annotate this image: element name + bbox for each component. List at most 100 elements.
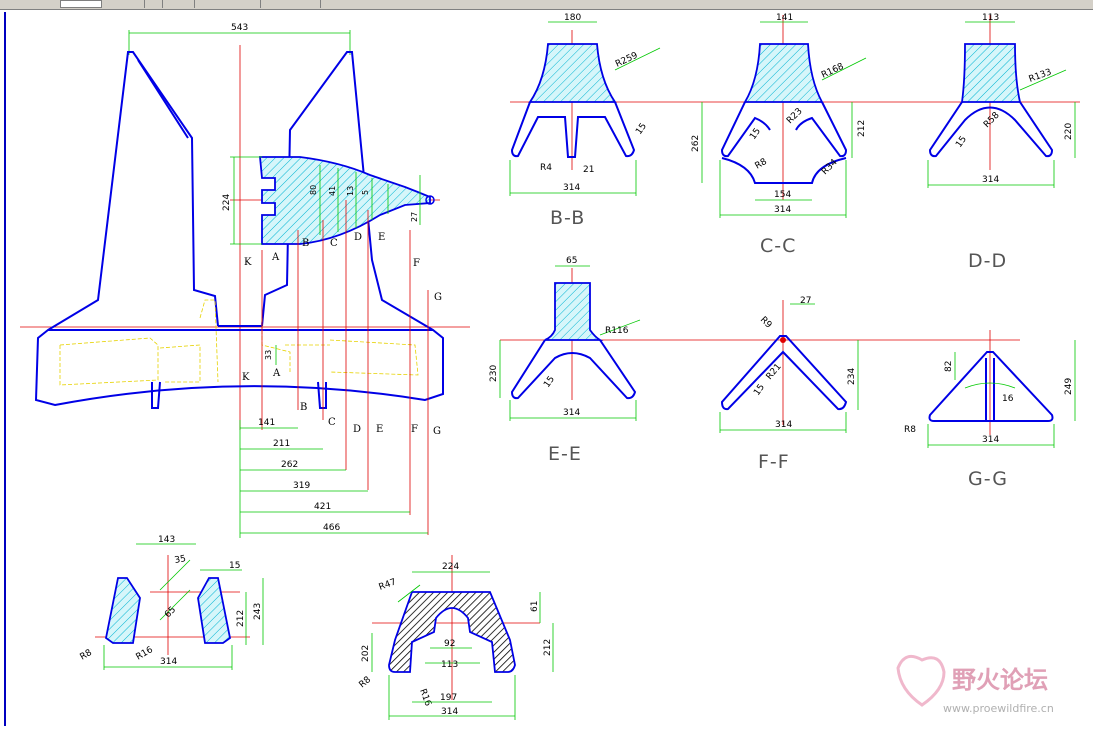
section-label-f-f: F-F xyxy=(758,451,790,473)
ee-height: 230 xyxy=(489,365,499,382)
cc-thickness: 15 xyxy=(748,127,763,142)
bot2-height-202: 202 xyxy=(361,645,371,662)
ff-thickness: 15 xyxy=(752,383,767,398)
dim-466: 466 xyxy=(323,523,340,533)
dim-141: 141 xyxy=(258,418,275,428)
dim-top-width: 543 xyxy=(231,23,248,33)
bb-width: 314 xyxy=(563,183,580,193)
gg-width: 314 xyxy=(982,435,999,445)
label-e-top: E xyxy=(378,232,385,243)
kk-width: 314 xyxy=(160,657,177,667)
dim-5: 5 xyxy=(361,190,370,195)
label-b-top: B xyxy=(302,238,309,249)
bb-thickness: 15 xyxy=(634,122,649,137)
ee-dim-top: 65 xyxy=(566,256,577,266)
section-label-g-g: G-G xyxy=(968,468,1008,490)
bot2-dim-top: 224 xyxy=(442,562,459,572)
ff-r21: R21 xyxy=(765,362,784,382)
bot2-w113: 113 xyxy=(441,660,458,670)
cc-height: 262 xyxy=(691,135,701,152)
label-g-top: G xyxy=(434,292,442,303)
kk-r16: R16 xyxy=(135,645,156,663)
cc-bottom: 154 xyxy=(774,190,791,200)
label-d-top: D xyxy=(354,232,362,243)
section-c-c: 141 R168 262 212 15 R23 R8 R34 154 314 C… xyxy=(691,13,867,257)
cc-height-2: 212 xyxy=(857,120,867,137)
dim-41: 41 xyxy=(328,186,337,196)
dim-height-224: 224 xyxy=(222,194,232,211)
kk-dim-35: 35 xyxy=(174,554,187,566)
gg-height: 249 xyxy=(1064,378,1074,395)
watermark-text: 野火论坛 xyxy=(952,666,1048,694)
label-k-top: K xyxy=(244,257,252,268)
bot2-r8: R8 xyxy=(358,675,374,691)
dim-33: 33 xyxy=(264,350,273,360)
kk-dim-top: 143 xyxy=(158,535,175,545)
section-label-e-e: E-E xyxy=(548,443,582,465)
dd-width: 314 xyxy=(982,175,999,185)
section-bottom-center: 224 R47 61 212 202 92 113 R8 R16 197 314 xyxy=(358,555,554,720)
section-f-f: 27 R9 234 R21 15 314 F-F xyxy=(719,296,859,473)
label-e-bottom: E xyxy=(376,424,383,435)
ff-height: 234 xyxy=(847,368,857,385)
bb-r4: R4 xyxy=(540,163,552,173)
watermark-url: www.proewildfire.cn xyxy=(943,702,1054,715)
dim-262: 262 xyxy=(281,460,298,470)
toolbar-separator xyxy=(194,0,195,8)
toolbar xyxy=(0,0,1093,10)
cc-dim-top: 141 xyxy=(776,13,793,23)
main-elevation-view: 543 224 80 41 13 5 27 33 K A B C D E F G… xyxy=(20,23,470,538)
bot2-width: 314 xyxy=(441,707,458,717)
gg-r8: R8 xyxy=(904,425,916,435)
ee-radius: R116 xyxy=(605,326,629,336)
label-f-bottom: F xyxy=(411,424,418,435)
label-c-bottom: C xyxy=(328,417,336,428)
gg-height-82: 82 xyxy=(944,361,954,372)
bot2-w92: 92 xyxy=(444,639,455,649)
cc-width: 314 xyxy=(774,205,791,215)
gg-thickness: 16 xyxy=(1002,394,1014,404)
dd-height: 220 xyxy=(1064,123,1074,140)
dd-thickness: 15 xyxy=(954,135,969,150)
bb-dim-top: 180 xyxy=(564,13,581,23)
kk-height-212: 212 xyxy=(236,610,246,627)
toolbar-separator xyxy=(144,0,145,8)
bb-radius: R259 xyxy=(614,51,640,70)
label-k-bottom: K xyxy=(242,372,250,383)
ee-width: 314 xyxy=(563,408,580,418)
section-g-g: 82 249 16 R8 314 G-G xyxy=(904,330,1076,490)
label-g-bottom: G xyxy=(433,426,441,437)
label-b-bottom: B xyxy=(300,402,307,413)
watermark: 野火论坛 www.proewildfire.cn xyxy=(896,654,1054,715)
label-f-top: F xyxy=(413,258,420,269)
toolbar-separator xyxy=(162,0,163,8)
kk-dim-65: 65 xyxy=(163,605,178,620)
section-k-k: 143 35 15 243 212 65 R8 R16 314 xyxy=(79,535,264,670)
bot2-r47: R47 xyxy=(378,577,398,592)
kk-height-243: 243 xyxy=(253,603,263,620)
section-label-c-c: C-C xyxy=(760,235,796,257)
section-d-d: 113 R133 220 R58 15 314 D-D xyxy=(927,13,1076,272)
label-d-bottom: D xyxy=(353,424,361,435)
bot2-height-212: 212 xyxy=(543,639,553,656)
dd-dim-top: 113 xyxy=(982,13,999,23)
toolbar-separator xyxy=(260,0,261,8)
cc-r8: R8 xyxy=(754,157,770,172)
section-e-e: 65 R116 230 15 314 E-E xyxy=(489,256,1020,465)
dim-27: 27 xyxy=(410,212,419,222)
label-c-top: C xyxy=(330,238,338,249)
toolbar-separator xyxy=(320,0,321,8)
ff-width: 314 xyxy=(775,420,792,430)
ee-thickness: 15 xyxy=(542,375,557,390)
drawing-canvas[interactable]: 543 224 80 41 13 5 27 33 K A B C D E F G… xyxy=(0,10,1093,726)
dd-radius: R133 xyxy=(1028,67,1053,84)
kk-dim-15: 15 xyxy=(229,561,240,571)
dim-211: 211 xyxy=(273,439,290,449)
layer-field[interactable] xyxy=(60,0,102,8)
bb-w21: 21 xyxy=(583,165,594,175)
section-label-b-b: B-B xyxy=(550,207,585,229)
cad-drawing: 543 224 80 41 13 5 27 33 K A B C D E F G… xyxy=(4,12,1080,726)
dim-80: 80 xyxy=(309,185,318,195)
dim-421: 421 xyxy=(314,502,331,512)
ff-dim-top: 27 xyxy=(800,296,811,306)
